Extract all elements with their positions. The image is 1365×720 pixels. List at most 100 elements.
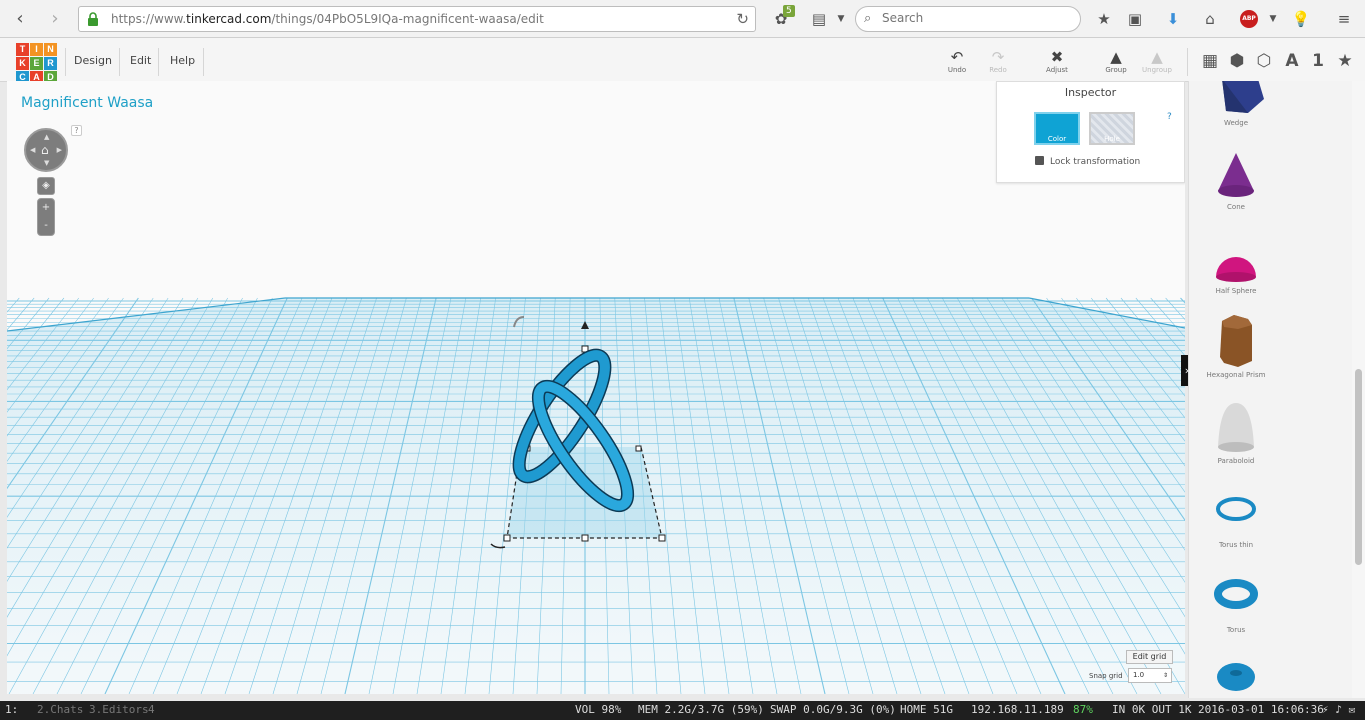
color-swatch-button[interactable]: Color xyxy=(1034,112,1080,145)
fit-view-icon[interactable]: ◈ xyxy=(37,177,55,195)
home-icon[interactable]: ⌂ xyxy=(1199,8,1221,30)
adjust-button[interactable]: ✖ Adjust xyxy=(1035,48,1079,74)
tinkercad-logo[interactable]: T I N K E R C A D xyxy=(16,43,59,84)
inspector-panel: Inspector Color Hole ? Lock transformati… xyxy=(996,81,1185,183)
cube-view-icon[interactable]: ⬢ xyxy=(1226,50,1248,72)
workspace-1[interactable]: 1: xyxy=(5,703,18,716)
shape-name: Torus xyxy=(1226,626,1246,634)
browser-toolbar: ‹ › https://www.tinkercad.com/things/04P… xyxy=(0,0,1365,38)
pan-up-icon[interactable]: ▲ xyxy=(44,133,49,141)
url-bar[interactable]: https://www.tinkercad.com/things/04PbO5L… xyxy=(78,6,756,32)
back-icon[interactable]: ‹ xyxy=(7,6,33,32)
search-bar[interactable]: ⌕ xyxy=(855,6,1081,32)
menu-edit[interactable]: Edit xyxy=(130,54,151,67)
undo-label: Undo xyxy=(947,66,967,74)
zoom-control: + - xyxy=(37,198,55,236)
paraboloid-icon xyxy=(1218,403,1254,452)
wireframe-cube-icon[interactable]: ⬡ xyxy=(1253,50,1275,72)
reload-icon[interactable]: ↻ xyxy=(736,10,749,28)
shape-hexagonal-prism[interactable]: Hexagonal Prism xyxy=(1189,311,1283,379)
tray-icons: ⚡ ♪ ✉ xyxy=(1322,703,1356,716)
pan-down-icon[interactable]: ▼ xyxy=(44,159,49,167)
shape-name: Hexagonal Prism xyxy=(1206,371,1266,379)
disk-status: HOME 51G xyxy=(900,703,953,716)
shape-name: Half Sphere xyxy=(1215,287,1257,295)
inspector-help-icon[interactable]: ? xyxy=(1167,112,1172,122)
hole-swatch-button[interactable]: Hole xyxy=(1089,112,1135,145)
shape-torus[interactable]: Torus xyxy=(1189,574,1283,634)
workspace-2[interactable]: 2.Chats xyxy=(37,703,83,716)
group-label: Group xyxy=(1105,66,1127,74)
zoom-in-button[interactable]: + xyxy=(38,199,54,217)
adjust-label: Adjust xyxy=(1046,66,1068,74)
shape-name: Wedge xyxy=(1223,119,1248,127)
pan-right-icon[interactable]: ▶ xyxy=(57,146,62,154)
workspace-3[interactable]: 3.Editors xyxy=(89,703,149,716)
search-input[interactable] xyxy=(882,11,1072,25)
shape-name: Paraboloid xyxy=(1217,457,1255,465)
menu-divider xyxy=(119,48,120,76)
stepper-icon: ⇕ xyxy=(1162,672,1168,679)
search-icon: ⌕ xyxy=(864,11,872,26)
zoom-out-button[interactable]: - xyxy=(38,217,54,235)
snap-grid-value: 1.0 xyxy=(1133,671,1145,679)
system-status-bar: 1: 2.Chats 3.Editors 4 VOL 98% MEM 2.2G/… xyxy=(0,701,1365,720)
menu-divider xyxy=(203,48,204,76)
ungroup-icon: ▲ xyxy=(1151,48,1163,66)
number-shapes-icon[interactable]: 1 xyxy=(1307,50,1329,72)
clock: 2016-03-01 16:06:36 xyxy=(1198,703,1324,716)
ungroup-button[interactable]: ▲ Ungroup xyxy=(1135,48,1179,74)
view-help-icon[interactable]: ? xyxy=(71,125,82,136)
snap-grid-select[interactable]: 1.0 ⇕ xyxy=(1128,668,1172,683)
download-icon[interactable]: ⬇ xyxy=(1162,8,1184,30)
torus-icon xyxy=(1214,579,1258,609)
pan-left-icon[interactable]: ◀ xyxy=(30,146,35,154)
workspace-4[interactable]: 4 xyxy=(148,703,155,716)
menu-help[interactable]: Help xyxy=(170,54,195,67)
shape-paraboloid[interactable]: Paraboloid xyxy=(1189,401,1283,465)
menu-design[interactable]: Design xyxy=(74,54,112,67)
logo-letter: E xyxy=(30,57,43,70)
shape-name: Torus thin xyxy=(1218,541,1254,549)
sidebar-scrollbar[interactable] xyxy=(1352,81,1365,698)
logo-letter: N xyxy=(44,43,57,56)
design-title[interactable]: Magnificent Waasa xyxy=(21,95,153,111)
shape-torus-thin[interactable]: Torus thin xyxy=(1189,489,1283,549)
ungroup-label: Ungroup xyxy=(1142,66,1172,74)
logo-letter: R xyxy=(44,57,57,70)
view-navigation-control[interactable]: ▲ ▼ ◀ ▶ ⌂ xyxy=(24,128,68,172)
undo-button[interactable]: ↶ Undo xyxy=(935,48,979,74)
lock-icon xyxy=(1035,156,1044,165)
bookmark-star-icon[interactable]: ★ xyxy=(1093,8,1115,30)
shape-cone[interactable]: Cone xyxy=(1189,151,1283,211)
scrollbar-thumb[interactable] xyxy=(1355,369,1362,565)
edit-grid-button[interactable]: Edit grid xyxy=(1126,650,1173,664)
text-shapes-icon[interactable]: A xyxy=(1281,50,1303,72)
wedge-icon xyxy=(1222,81,1264,113)
hamburger-menu-icon[interactable]: ≡ xyxy=(1333,8,1355,30)
shape-tube[interactable] xyxy=(1189,659,1283,698)
logo-letter: K xyxy=(16,57,29,70)
reading-list-icon[interactable]: ▣ xyxy=(1124,8,1146,30)
lightbulb-icon[interactable]: 💡 xyxy=(1290,8,1312,30)
adblock-icon[interactable]: ABP xyxy=(1240,10,1258,28)
shape-name: Cone xyxy=(1227,203,1245,211)
redo-button[interactable]: ↷ Redo xyxy=(976,48,1020,74)
workplane-viewport[interactable]: Magnificent Waasa ▲ ▼ ◀ ▶ ⌂ ? ◈ + - Insp… xyxy=(7,81,1185,694)
adblock-dropdown-icon[interactable]: ▼ xyxy=(1262,8,1284,30)
shape-wedge[interactable]: Wedge xyxy=(1189,81,1283,127)
favorites-star-icon[interactable]: ★ xyxy=(1334,50,1356,72)
secure-lock-icon xyxy=(88,12,98,26)
clipboard-icon[interactable]: ▤ xyxy=(808,8,830,30)
lock-label: Lock transformation xyxy=(1050,157,1141,167)
lock-transformation-toggle[interactable]: Lock transformation xyxy=(1035,156,1140,167)
menu-divider xyxy=(65,48,66,76)
dropdown-icon[interactable]: ▼ xyxy=(830,8,852,30)
menu-divider xyxy=(158,48,159,76)
home-view-icon[interactable]: ⌂ xyxy=(41,143,49,157)
workplane-grid-icon[interactable]: ▦ xyxy=(1199,50,1221,72)
volume-status: VOL 98% xyxy=(575,703,622,716)
shape-half-sphere[interactable]: Half Sphere xyxy=(1189,239,1283,295)
group-button[interactable]: ▲ Group xyxy=(1094,48,1138,74)
forward-icon[interactable]: › xyxy=(42,6,68,32)
